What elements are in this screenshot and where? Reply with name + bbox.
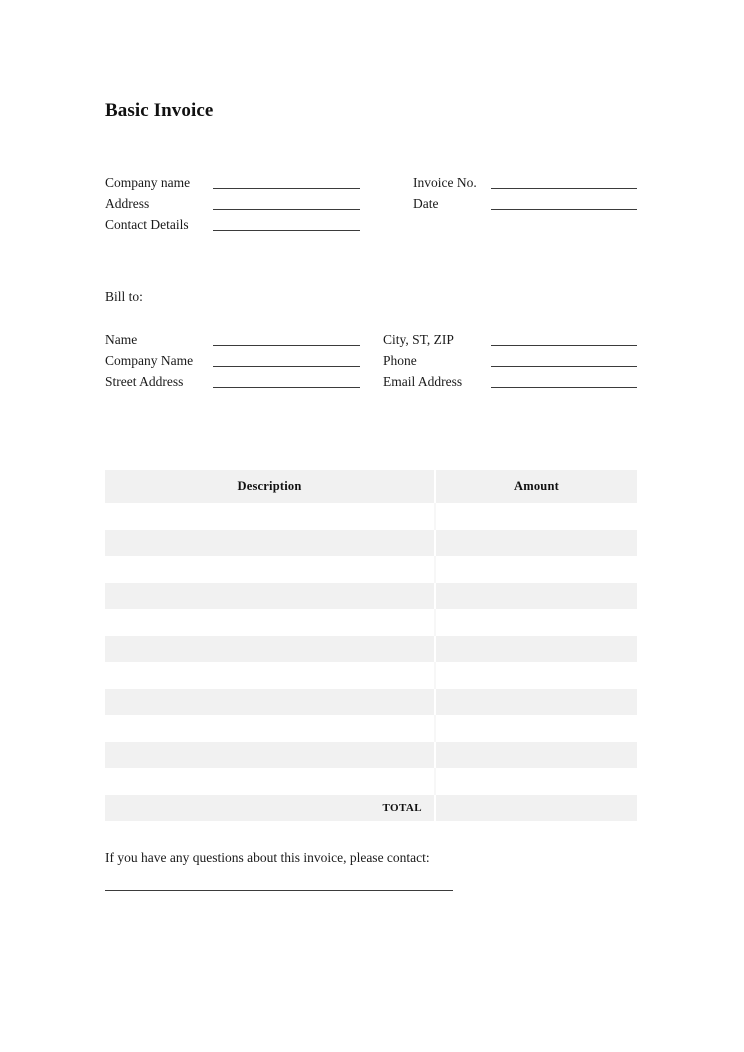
table-row[interactable] xyxy=(105,635,637,662)
field-write-line[interactable] xyxy=(213,387,360,388)
field-label: Name xyxy=(105,332,138,347)
field-label: Address xyxy=(105,196,150,211)
bill-to-field-name[interactable]: Name xyxy=(105,329,360,350)
field-label: Invoice No. xyxy=(413,175,477,190)
footer-contact-note: If you have any questions about this inv… xyxy=(105,850,430,865)
field-write-line[interactable] xyxy=(491,345,637,346)
bill-to-field-city-state-zip[interactable]: City, ST, ZIP xyxy=(383,329,637,350)
table-header: Description Amount xyxy=(105,470,637,503)
cell-description[interactable] xyxy=(105,662,436,689)
bill-to-heading: Bill to: xyxy=(105,289,143,304)
field-write-line[interactable] xyxy=(491,366,637,367)
total-value[interactable] xyxy=(435,794,637,821)
invoice-page: Basic Invoice Company name Address Conta… xyxy=(0,0,744,1052)
field-write-line[interactable] xyxy=(491,209,637,210)
cell-amount[interactable] xyxy=(435,688,637,715)
field-write-line[interactable] xyxy=(491,188,637,189)
cell-amount[interactable] xyxy=(435,503,637,530)
field-write-line[interactable] xyxy=(213,209,360,210)
cell-amount[interactable] xyxy=(435,715,637,742)
field-label: Email Address xyxy=(383,374,463,389)
table-row[interactable] xyxy=(105,556,637,583)
issuer-details-block: Company name Address Contact Details xyxy=(105,172,360,235)
bill-to-field-email-address[interactable]: Email Address xyxy=(383,371,637,392)
cell-amount xyxy=(435,768,637,795)
table-header-row: Description Amount xyxy=(105,470,637,503)
column-header-description: Description xyxy=(105,470,436,503)
field-label: Phone xyxy=(383,353,417,368)
field-write-line[interactable] xyxy=(213,230,360,231)
bill-to-field-company-name[interactable]: Company Name xyxy=(105,350,360,371)
table-row[interactable] xyxy=(105,715,637,742)
bill-to-right-block: City, ST, ZIP Phone Email Address xyxy=(383,329,637,392)
cell-description[interactable] xyxy=(105,582,436,609)
cell-description xyxy=(105,768,436,795)
table-row[interactable] xyxy=(105,741,637,768)
field-label: Contact Details xyxy=(105,217,189,232)
table-row[interactable] xyxy=(105,503,637,530)
bill-to-field-street-address[interactable]: Street Address xyxy=(105,371,360,392)
field-label: Company name xyxy=(105,175,191,190)
cell-amount[interactable] xyxy=(435,741,637,768)
cell-description[interactable] xyxy=(105,503,436,530)
cell-amount[interactable] xyxy=(435,609,637,636)
bill-to-field-phone[interactable]: Phone xyxy=(383,350,637,371)
cell-amount[interactable] xyxy=(435,635,637,662)
cell-description[interactable] xyxy=(105,741,436,768)
cell-description[interactable] xyxy=(105,609,436,636)
cell-amount[interactable] xyxy=(435,529,637,556)
total-label: TOTAL xyxy=(105,794,436,821)
cell-description[interactable] xyxy=(105,688,436,715)
issuer-field-company-name[interactable]: Company name xyxy=(105,172,360,193)
field-label: City, ST, ZIP xyxy=(383,332,454,347)
footer-contact-write-line[interactable] xyxy=(105,890,453,891)
meta-field-invoice-no[interactable]: Invoice No. xyxy=(413,172,637,193)
field-write-line[interactable] xyxy=(213,188,360,189)
table-row[interactable] xyxy=(105,529,637,556)
cell-amount[interactable] xyxy=(435,556,637,583)
field-label: Date xyxy=(413,196,439,211)
table-row[interactable] xyxy=(105,662,637,689)
meta-field-date[interactable]: Date xyxy=(413,193,637,214)
issuer-field-contact-details[interactable]: Contact Details xyxy=(105,214,360,235)
column-header-amount: Amount xyxy=(435,470,637,503)
field-write-line[interactable] xyxy=(213,366,360,367)
field-label: Street Address xyxy=(105,374,184,389)
table-row-spacer xyxy=(105,768,637,795)
page-title: Basic Invoice xyxy=(105,100,214,121)
invoice-meta-block: Invoice No. Date xyxy=(413,172,637,214)
table-body xyxy=(105,503,637,795)
issuer-field-address[interactable]: Address xyxy=(105,193,360,214)
cell-amount[interactable] xyxy=(435,662,637,689)
line-items-table: Description Amount TOTAL xyxy=(105,470,637,821)
table-footer: TOTAL xyxy=(105,794,637,821)
field-label: Company Name xyxy=(105,353,194,368)
table-row[interactable] xyxy=(105,688,637,715)
table-row[interactable] xyxy=(105,582,637,609)
bill-to-left-block: Name Company Name Street Address xyxy=(105,329,360,392)
table-row[interactable] xyxy=(105,609,637,636)
total-row: TOTAL xyxy=(105,794,637,821)
cell-description[interactable] xyxy=(105,529,436,556)
field-write-line[interactable] xyxy=(213,345,360,346)
cell-description[interactable] xyxy=(105,556,436,583)
cell-amount[interactable] xyxy=(435,582,637,609)
cell-description[interactable] xyxy=(105,635,436,662)
field-write-line[interactable] xyxy=(491,387,637,388)
cell-description[interactable] xyxy=(105,715,436,742)
